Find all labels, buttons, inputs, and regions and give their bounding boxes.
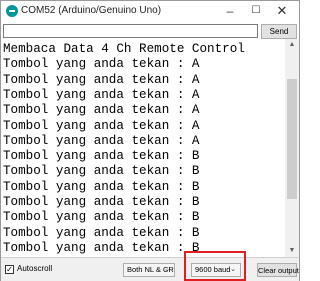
output-line: Tombol yang anda tekan : B (3, 240, 200, 255)
status-bar: ✓ Autoscroll Both NL & CR ⌄ 9600 baud ⌄ … (1, 257, 299, 281)
output-line: Tombol yang anda tekan : B (3, 225, 200, 240)
chevron-down-icon: ⌄ (164, 266, 170, 273)
scroll-up-icon[interactable]: ▲ (285, 39, 299, 51)
output-line: Tombol yang anda tekan : A (3, 72, 200, 87)
minimize-icon[interactable]: – (221, 3, 239, 19)
autoscroll-checkbox[interactable]: ✓ (5, 265, 14, 274)
output-line: Tombol yang anda tekan : A (3, 133, 200, 148)
output-line: Tombol yang anda tekan : A (3, 87, 200, 102)
arduino-icon (6, 5, 18, 17)
send-row: Send (1, 23, 299, 39)
output-line: Tombol yang anda tekan : B (3, 179, 200, 194)
close-icon[interactable]: ✕ (273, 3, 291, 19)
output-line: Tombol yang anda tekan : A (3, 103, 200, 118)
scroll-down-icon[interactable]: ▼ (285, 245, 299, 257)
output-line: Membaca Data 4 Ch Remote Control (3, 42, 245, 56)
send-button[interactable]: Send (261, 24, 297, 39)
autoscroll-label: Autoscroll (17, 264, 53, 273)
output-line: Tombol yang anda tekan : A (3, 118, 200, 133)
output-line: Tombol yang anda tekan : B (3, 195, 200, 209)
vertical-scrollbar[interactable]: ▲ ▼ (285, 39, 299, 257)
output-line: Tombol yang anda tekan : B (3, 149, 200, 164)
output-line: Tombol yang anda tekan : A (3, 57, 200, 72)
title-bar[interactable]: COM52 (Arduino/Genuino Uno) – ☐ ✕ (1, 1, 299, 23)
window-title: COM52 (Arduino/Genuino Uno) (21, 5, 162, 16)
output-line: Tombol yang anda tekan : B (3, 164, 200, 179)
serial-monitor-window: COM52 (Arduino/Genuino Uno) – ☐ ✕ Send M… (0, 0, 300, 281)
baud-rate-highlight (184, 251, 246, 281)
serial-output: Membaca Data 4 Ch Remote Control Tombol y… (1, 41, 285, 257)
maximize-icon[interactable]: ☐ (247, 3, 265, 19)
output-line: Tombol yang anda tekan : B (3, 210, 200, 225)
clear-output-button[interactable]: Clear output (257, 263, 299, 277)
line-ending-select[interactable]: Both NL & CR ⌄ (123, 263, 175, 277)
serial-input[interactable] (3, 24, 258, 38)
scroll-thumb[interactable] (287, 79, 297, 199)
